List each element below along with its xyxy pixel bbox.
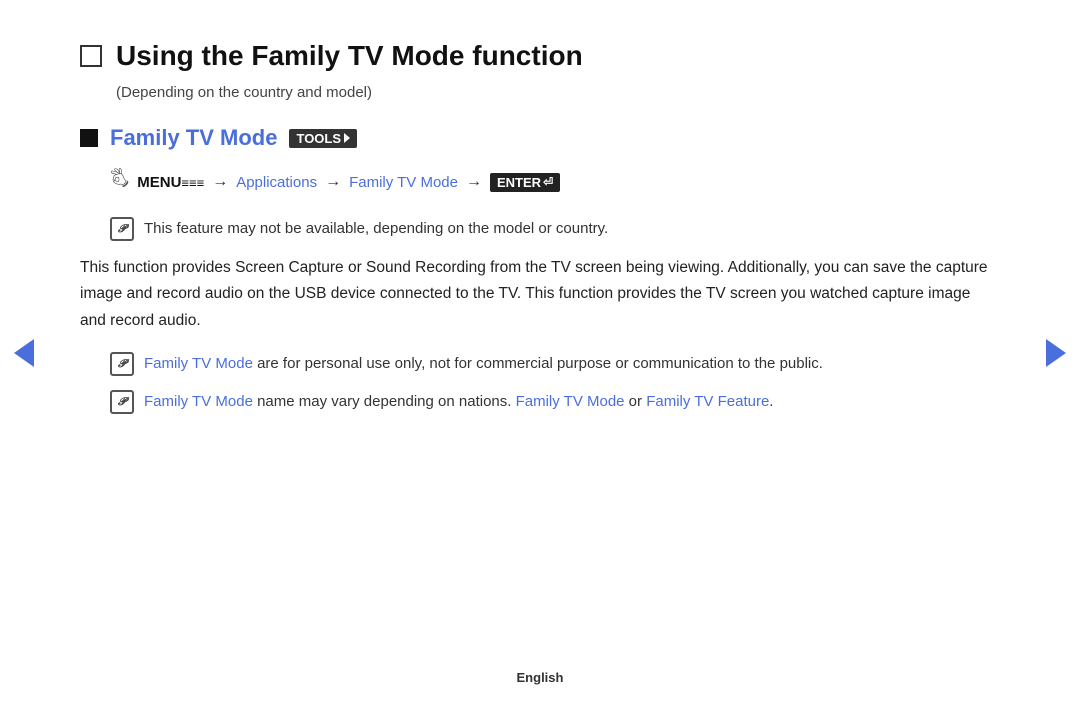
section-title: Family TV Mode — [110, 125, 277, 151]
page-container: Using the Family TV Mode function (Depen… — [0, 0, 1080, 705]
note-icon-3: 𝓟 — [110, 390, 134, 414]
note3-text2: or — [625, 393, 647, 410]
section-heading: Family TV Mode TOOLS — [80, 125, 1000, 151]
tools-badge-label: TOOLS — [296, 131, 341, 146]
subtitle: (Depending on the country and model) — [116, 84, 1000, 101]
note3-text3: . — [769, 393, 773, 410]
nav-arrow-right[interactable] — [1042, 339, 1070, 367]
note2-blue-prefix: Family TV Mode — [144, 355, 253, 372]
note-text-2: Family TV Mode are for personal use only… — [144, 352, 823, 376]
menu-hand-icon: 🖏 — [110, 167, 129, 197]
body-paragraph: This function provides Screen Capture or… — [80, 255, 1000, 334]
note-item-1: 𝓟 This feature may not be available, dep… — [110, 217, 1000, 241]
note-text-1: This feature may not be available, depen… — [144, 217, 608, 241]
menu-family-tv-mode: Family TV Mode — [349, 174, 458, 191]
left-arrow-icon — [14, 339, 34, 367]
note3-text1: name may vary depending on nations. — [253, 393, 516, 410]
note-icon-2: 𝓟 — [110, 352, 134, 376]
note2-text: are for personal use only, not for comme… — [253, 355, 823, 372]
section-bullet-icon — [80, 129, 98, 147]
tools-badge: TOOLS — [289, 129, 357, 148]
note-text-3: Family TV Mode name may vary depending o… — [144, 390, 773, 414]
note-item-2: 𝓟 Family TV Mode are for personal use on… — [110, 352, 1000, 376]
enter-return-icon: ⏎ — [543, 175, 553, 189]
enter-badge: ENTER⏎ — [490, 173, 560, 192]
menu-path: 🖏 MENU≡≡≡ → Applications → Family TV Mod… — [110, 167, 1000, 197]
menu-arrow-2: → — [325, 173, 341, 191]
note-icon-1: 𝓟 — [110, 217, 134, 241]
menu-applications: Applications — [236, 174, 317, 191]
footer: English — [0, 670, 1080, 685]
footer-language: English — [517, 670, 564, 685]
page-title: Using the Family TV Mode function — [116, 40, 583, 72]
menu-arrow-3: → — [466, 173, 482, 191]
note3-blue-middle: Family TV Mode — [516, 393, 625, 410]
main-heading: Using the Family TV Mode function — [80, 40, 1000, 72]
content-area: Using the Family TV Mode function (Depen… — [80, 40, 1000, 414]
right-arrow-icon — [1046, 339, 1066, 367]
note3-blue-end: Family TV Feature — [646, 393, 769, 410]
checkbox-icon — [80, 45, 102, 67]
note-item-3: 𝓟 Family TV Mode name may vary depending… — [110, 390, 1000, 414]
menu-arrow-1: → — [212, 173, 228, 191]
tools-badge-arrow-icon — [344, 133, 350, 143]
nav-arrow-left[interactable] — [10, 339, 38, 367]
menu-label: MENU≡≡≡ — [137, 174, 204, 191]
enter-label: ENTER — [497, 175, 541, 190]
note3-blue-prefix: Family TV Mode — [144, 393, 253, 410]
